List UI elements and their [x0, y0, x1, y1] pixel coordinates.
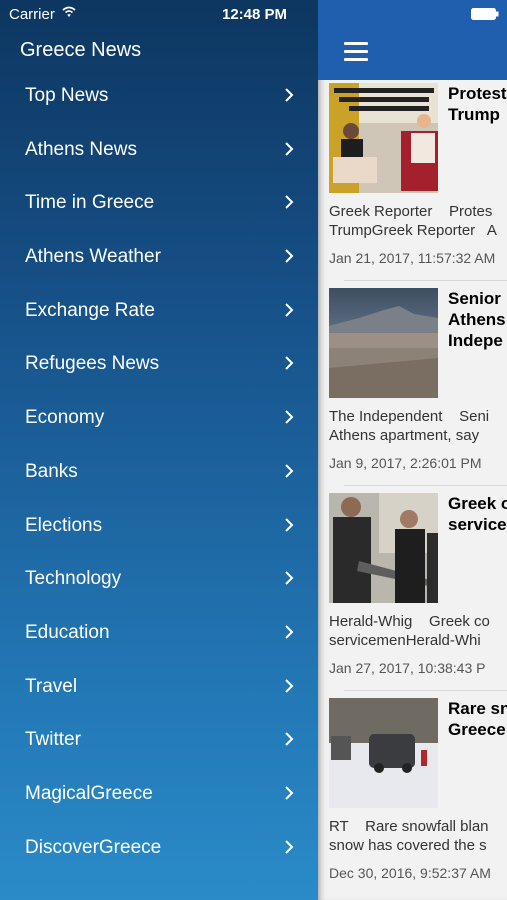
menu-item-time-in-greece[interactable]: Time in Greece: [0, 176, 318, 230]
chevron-right-icon: [285, 464, 294, 478]
drawer-title: Greece News: [20, 39, 142, 61]
menu-item-label: DiscoverGreece: [25, 836, 162, 858]
chevron-right-icon: [285, 249, 294, 263]
article-headline: Greek o service: [448, 494, 507, 534]
menu-item-label: Athens News: [25, 138, 137, 160]
chevron-right-icon: [285, 356, 294, 371]
menu-item-technology[interactable]: Technology: [0, 552, 318, 606]
article-thumbnail: [329, 698, 438, 808]
menu-item-label: Economy: [25, 407, 105, 429]
article-headline: Senior Athens Indepe: [448, 289, 506, 350]
article-card[interactable]: Senior Athens Indepe The Independent Sen…: [318, 285, 507, 490]
news-feed-panel: Protest Trump Greek Reporter Protes Trum…: [318, 0, 507, 900]
menu-item-label: Time in Greece: [25, 192, 155, 214]
article-divider: [344, 485, 507, 486]
article-snippet: snow has covered the s: [329, 837, 487, 854]
menu-item-education[interactable]: Education: [0, 606, 318, 660]
article-list: Protest Trump Greek Reporter Protes Trum…: [318, 80, 507, 900]
menu-item-top-news[interactable]: Top News: [0, 69, 318, 123]
menu-item-label: Refugees News: [25, 353, 160, 375]
article-snippet: servicemenHerald-Whi: [329, 632, 481, 649]
menu-item-label: Travel: [25, 675, 78, 697]
chevron-right-icon: [285, 678, 294, 693]
article-source: The Independent Seni: [329, 408, 490, 425]
carrier-label: Carrier: [9, 6, 55, 23]
article-card[interactable]: Rare sn Greece RT Rare snowfall blan sno…: [318, 695, 507, 900]
hamburger-icon[interactable]: [344, 42, 368, 62]
article-source: Herald-Whig Greek co: [329, 613, 490, 630]
menu-item-travel[interactable]: Travel: [0, 660, 318, 714]
article-divider: [344, 280, 507, 281]
article-card[interactable]: Protest Trump Greek Reporter Protes Trum…: [318, 80, 507, 285]
menu-item-exchange-rate[interactable]: Exchange Rate: [0, 284, 318, 338]
menu-item-label: Education: [25, 621, 110, 643]
battery-icon: [471, 8, 499, 20]
article-thumbnail: [329, 288, 438, 398]
nav-bar: [318, 0, 507, 80]
menu-item-discovergreece[interactable]: DiscoverGreece: [0, 821, 318, 875]
menu-item-elections[interactable]: Elections: [0, 499, 318, 553]
menu-item-twitter[interactable]: Twitter: [0, 713, 318, 767]
menu-item-label: Elections: [25, 514, 103, 536]
chevron-right-icon: [285, 625, 294, 639]
menu-item-label: Banks: [25, 460, 78, 482]
status-time: 12:48 PM: [222, 6, 288, 23]
chevron-right-icon: [285, 410, 294, 424]
chevron-right-icon: [285, 195, 294, 210]
article-divider: [344, 690, 507, 691]
status-bar: Carrier 12:48 PM: [0, 0, 318, 28]
chevron-right-icon: [285, 141, 294, 156]
chevron-right-icon: [285, 839, 294, 854]
chevron-right-icon: [285, 571, 294, 585]
drawer-menu: Top News Athens News Time in Greece Athe…: [0, 69, 318, 874]
menu-item-label: Exchange Rate: [25, 299, 155, 321]
chevron-right-icon: [285, 517, 294, 532]
menu-item-magicalgreece[interactable]: MagicalGreece: [0, 767, 318, 821]
article-snippet: TrumpGreek Reporter A: [329, 222, 497, 239]
menu-item-economy[interactable]: Economy: [0, 391, 318, 445]
article-date: Dec 30, 2016, 9:52:37 AM: [329, 865, 491, 881]
wifi-icon: [62, 6, 76, 17]
article-date: Jan 9, 2017, 2:26:01 PM: [329, 455, 482, 471]
article-thumbnail: [329, 493, 438, 603]
menu-item-athens-news[interactable]: Athens News: [0, 123, 318, 177]
menu-item-label: Athens Weather: [25, 246, 161, 268]
article-snippet: Athens apartment, say: [329, 427, 480, 444]
menu-item-label: Top News: [25, 85, 109, 106]
menu-item-label: Technology: [25, 568, 122, 590]
menu-item-refugees-news[interactable]: Refugees News: [0, 337, 318, 391]
chevron-right-icon: [285, 303, 294, 317]
article-date: Jan 27, 2017, 10:38:43 P: [329, 660, 486, 676]
chevron-right-icon: [285, 88, 294, 102]
chevron-right-icon: [285, 732, 294, 746]
chevron-right-icon: [285, 786, 294, 800]
side-drawer: Carrier 12:48 PM Greece News Top News At…: [0, 0, 318, 900]
menu-item-banks[interactable]: Banks: [0, 445, 318, 499]
article-date: Jan 21, 2017, 11:57:32 AM: [329, 250, 496, 266]
menu-item-athens-weather[interactable]: Athens Weather: [0, 230, 318, 284]
article-source: Greek Reporter Protes: [329, 203, 493, 220]
article-thumbnail: [329, 83, 438, 193]
menu-item-label: MagicalGreece: [25, 782, 153, 804]
article-headline: Rare sn Greece: [448, 699, 507, 739]
article-headline: Protest Trump: [448, 84, 507, 124]
article-source: RT Rare snowfall blan: [329, 818, 489, 835]
article-card[interactable]: Greek o service Herald-Whig Greek co ser…: [318, 490, 507, 695]
menu-item-label: Twitter: [25, 729, 81, 751]
